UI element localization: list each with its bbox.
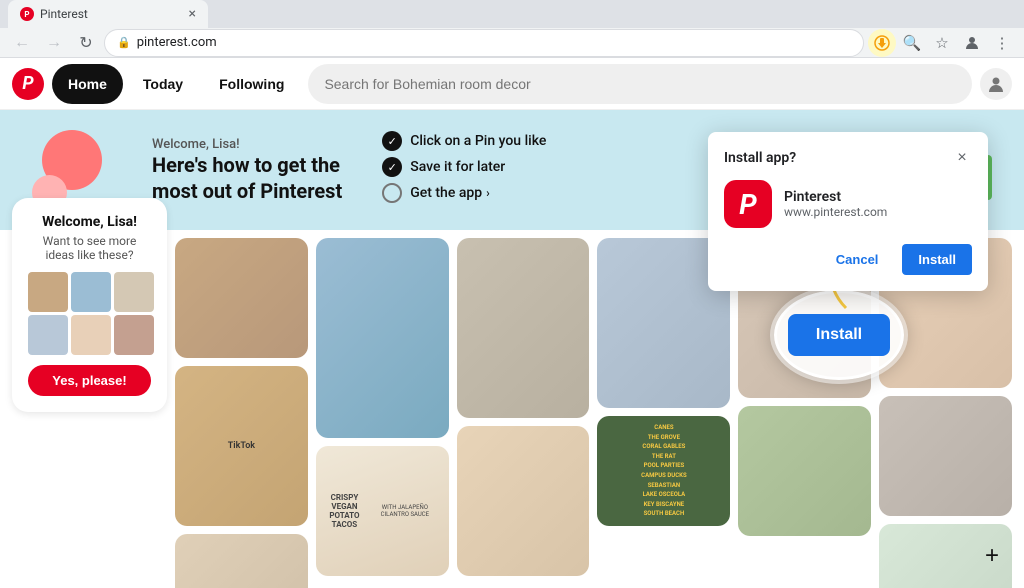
menu-button[interactable]: ⋮ bbox=[988, 29, 1016, 57]
popup-app-info: P Pinterest www.pinterest.com bbox=[724, 180, 972, 228]
check-icon-1: ✓ bbox=[382, 131, 402, 151]
pinterest-main: Welcome, Lisa! Here's how to get the mos… bbox=[0, 110, 1024, 588]
avatar-5 bbox=[114, 315, 154, 355]
tab-title: Pinterest bbox=[40, 7, 88, 21]
popup-app-icon: P bbox=[724, 180, 772, 228]
back-button[interactable]: ← bbox=[8, 29, 36, 57]
list-item[interactable] bbox=[879, 396, 1012, 516]
list-item[interactable] bbox=[738, 406, 871, 536]
list-item[interactable]: CANESTHE GROVECORAL GABLESTHE RATPOOL PA… bbox=[597, 416, 730, 526]
list-item[interactable] bbox=[457, 238, 590, 418]
pinterest-logo[interactable]: P bbox=[12, 68, 44, 100]
sidebar-welcome-subtitle: Want to see more ideas like these? bbox=[28, 234, 151, 262]
search-button[interactable]: 🔍 bbox=[898, 29, 926, 57]
masonry-col-2 bbox=[457, 238, 590, 588]
popup-header: Install app? × bbox=[724, 148, 972, 168]
pinterest-header: P Home Today Following bbox=[0, 58, 1024, 110]
check-icon-2: ✓ bbox=[382, 157, 402, 177]
masonry-col-1: CRISPY VEGANPOTATO TACOSWITH JALAPEÑO CI… bbox=[316, 238, 449, 588]
step-2-text: Save it for later bbox=[410, 159, 505, 175]
banner-welcome: Welcome, Lisa! bbox=[152, 137, 342, 152]
user-avatar[interactable] bbox=[980, 68, 1012, 100]
pinterest-nav: Home Today Following bbox=[52, 64, 300, 104]
step-3-text: Get the app › bbox=[410, 185, 490, 201]
browser-tabs: P Pinterest × bbox=[0, 0, 1024, 28]
popup-install-button[interactable]: Install bbox=[902, 244, 972, 275]
avatar-4 bbox=[71, 315, 111, 355]
lock-icon: 🔒 bbox=[117, 36, 131, 49]
list-item[interactable] bbox=[457, 426, 590, 576]
step-1-text: Click on a Pin you like bbox=[410, 133, 546, 149]
check-icon-3 bbox=[382, 183, 402, 203]
tab-close-button[interactable]: × bbox=[189, 6, 196, 22]
sidebar-welcome-title: Welcome, Lisa! bbox=[28, 214, 151, 230]
sidebar-welcome-widget: Welcome, Lisa! Want to see more ideas li… bbox=[12, 198, 167, 412]
popup-actions: Cancel Install bbox=[724, 244, 972, 275]
masonry-col-0: TikTok bbox=[175, 238, 308, 588]
url-text: pinterest.com bbox=[137, 35, 217, 50]
popup-title: Install app? bbox=[724, 150, 796, 166]
nav-today[interactable]: Today bbox=[127, 64, 199, 104]
list-item[interactable] bbox=[175, 238, 308, 358]
popup-close-button[interactable]: × bbox=[952, 148, 972, 168]
get-app-arrow: › bbox=[486, 186, 490, 200]
browser-chrome: P Pinterest × ← → ↻ 🔒 pinterest.com 🔍 ☆ bbox=[0, 0, 1024, 58]
forward-button[interactable]: → bbox=[40, 29, 68, 57]
yes-please-button[interactable]: Yes, please! bbox=[28, 365, 151, 396]
list-item[interactable] bbox=[175, 534, 308, 588]
popup-app-name: Pinterest bbox=[784, 189, 887, 205]
add-pin-button[interactable]: + bbox=[976, 540, 1008, 572]
profile-button[interactable] bbox=[958, 29, 986, 57]
masonry-col-3: CANESTHE GROVECORAL GABLESTHE RATPOOL PA… bbox=[597, 238, 730, 588]
nav-following[interactable]: Following bbox=[203, 64, 300, 104]
header-actions bbox=[980, 68, 1012, 100]
install-app-popup: Install app? × P Pinterest www.pinterest… bbox=[708, 132, 988, 291]
install-app-button[interactable] bbox=[868, 29, 896, 57]
popup-app-details: Pinterest www.pinterest.com bbox=[784, 189, 887, 219]
banner-headline: Here's how to get the most out of Pinter… bbox=[152, 152, 342, 204]
avatar-1 bbox=[71, 272, 111, 312]
nav-home[interactable]: Home bbox=[52, 64, 123, 104]
popup-cancel-button[interactable]: Cancel bbox=[820, 244, 895, 275]
avatar-0 bbox=[28, 272, 68, 312]
reload-button[interactable]: ↻ bbox=[72, 29, 100, 57]
avatar-3 bbox=[28, 315, 68, 355]
tab-favicon: P bbox=[20, 7, 34, 21]
avatar-2 bbox=[114, 272, 154, 312]
bookmark-button[interactable]: ☆ bbox=[928, 29, 956, 57]
address-bar[interactable]: 🔒 pinterest.com bbox=[104, 29, 864, 57]
browser-toolbar: ← → ↻ 🔒 pinterest.com 🔍 ☆ bbox=[0, 28, 1024, 57]
browser-tab[interactable]: P Pinterest × bbox=[8, 0, 208, 28]
popup-app-url: www.pinterest.com bbox=[784, 205, 887, 219]
list-item[interactable] bbox=[316, 238, 449, 438]
toolbar-actions: 🔍 ☆ ⋮ bbox=[868, 29, 1016, 57]
list-item[interactable]: TikTok bbox=[175, 366, 308, 526]
search-input[interactable] bbox=[308, 64, 972, 104]
pinterest-app: P Home Today Following Welcome, Lisa bbox=[0, 58, 1024, 588]
banner-text: Welcome, Lisa! Here's how to get the mos… bbox=[152, 137, 342, 204]
list-item[interactable]: CRISPY VEGANPOTATO TACOSWITH JALAPEÑO CI… bbox=[316, 446, 449, 576]
sidebar-avatar-grid bbox=[28, 272, 151, 355]
